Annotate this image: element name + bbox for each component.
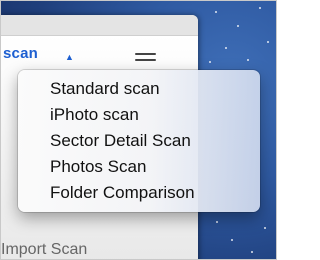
star-decoration: [259, 7, 261, 9]
star-decoration: [225, 47, 227, 49]
star-decoration: [247, 59, 249, 61]
menu-item-sector-detail-scan[interactable]: Sector Detail Scan: [50, 130, 191, 152]
star-decoration: [231, 239, 233, 241]
triangle-up-icon[interactable]: ▲: [65, 52, 74, 62]
star-decoration: [215, 11, 217, 13]
hamburger-icon[interactable]: [135, 53, 156, 67]
star-decoration: [251, 251, 253, 253]
star-decoration: [216, 221, 218, 223]
star-decoration: [237, 25, 239, 27]
window-titlebar: [1, 15, 198, 36]
menu-item-folder-comparison[interactable]: Folder Comparison: [50, 182, 195, 204]
star-decoration: [209, 61, 211, 63]
star-decoration: [267, 41, 269, 43]
menu-item-photos-scan[interactable]: Photos Scan: [50, 156, 146, 178]
menu-item-standard-scan[interactable]: Standard scan: [50, 78, 160, 100]
import-scan-heading: Import Scan: [1, 241, 88, 258]
menu-item-iphoto-scan[interactable]: iPhoto scan: [50, 104, 139, 126]
scan-mode-link[interactable]: scan: [3, 45, 38, 62]
star-decoration: [264, 227, 266, 229]
screenshot-frame: scan ▲ Import Scan Standard scan iPhoto …: [0, 0, 277, 260]
scan-type-menu: Standard scan iPhoto scan Sector Detail …: [18, 70, 260, 212]
